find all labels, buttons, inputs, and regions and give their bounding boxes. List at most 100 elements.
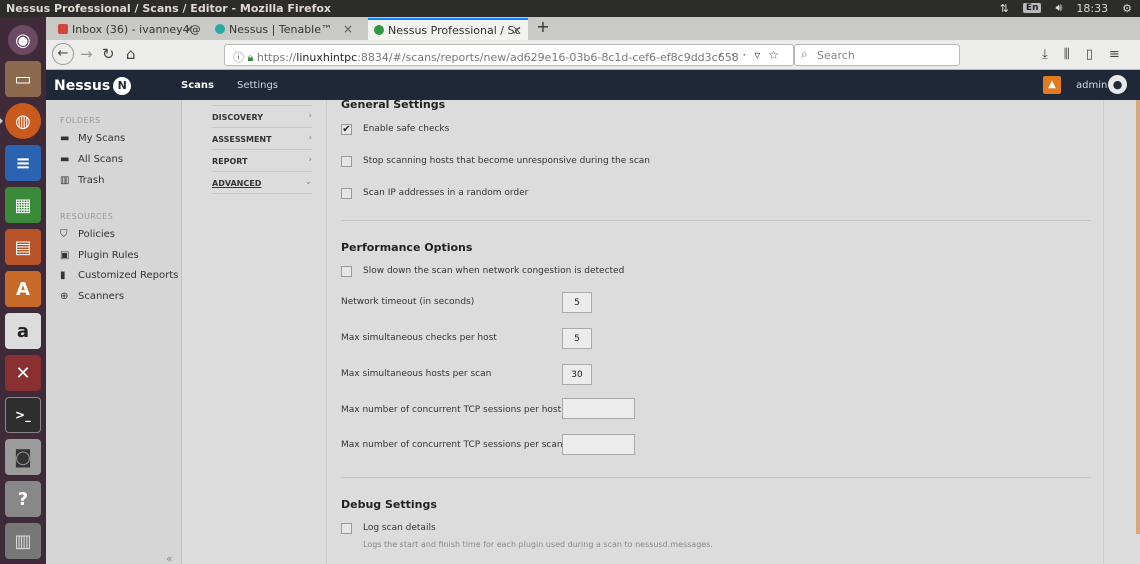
home-icon[interactable]: ⌂: [126, 45, 136, 63]
url-bar[interactable]: ⓘ 🔒︎ https://linuxhintpc:8834/#/scans/re…: [224, 44, 794, 66]
stop-unresponsive-checkbox[interactable]: [341, 156, 352, 167]
tab-inbox[interactable]: Inbox (36) - ivanney4@g ×: [52, 19, 200, 40]
subnav-label: DISCOVERY: [212, 113, 264, 122]
launcher: ◉ ▭ ◍ ≡ ▦ ▤ A a ✕ >_ ◙ ? ▥: [0, 17, 46, 564]
report-icon: ▮: [60, 270, 66, 281]
navigation-bar: ← → ↻ ⌂ ⓘ 🔒︎ https://linuxhintpc:8834/#/…: [46, 40, 1140, 70]
trash-icon[interactable]: ▥: [5, 523, 41, 559]
max-checks-per-host-input[interactable]: 5: [562, 328, 592, 349]
performance-options-heading: Performance Options: [341, 241, 473, 254]
user-avatar-icon[interactable]: ●: [1108, 75, 1127, 94]
close-tab-icon[interactable]: ×: [512, 23, 522, 37]
keyboard-layout-indicator[interactable]: En: [1022, 3, 1042, 13]
divider: [341, 220, 1091, 221]
sidebar-item-label: Trash: [78, 175, 105, 186]
max-hosts-per-scan-input[interactable]: 30: [562, 364, 592, 385]
folders-heading: FOLDERS: [60, 116, 101, 125]
sidebar-item-all-scans[interactable]: ▬ All Scans: [60, 154, 123, 165]
resources-heading: RESOURCES: [60, 212, 114, 221]
close-tab-icon[interactable]: ×: [343, 22, 353, 36]
nessus-tab-icon: [374, 25, 384, 35]
bookmark-star-icon[interactable]: ☆: [768, 48, 787, 62]
lock-icon[interactable]: 🔒︎: [248, 51, 254, 64]
tenable-icon: [215, 24, 225, 34]
max-tcp-per-scan-input[interactable]: [562, 434, 635, 455]
search-input[interactable]: ⌕ Search: [794, 44, 960, 66]
forward-icon[interactable]: →: [80, 45, 93, 63]
subnav-label: ADVANCED: [212, 179, 262, 188]
advanced-settings-panel: General Settings ✔ Enable safe checks St…: [326, 98, 1104, 564]
rules-icon: ▣: [60, 250, 70, 261]
software-center-icon[interactable]: A: [5, 271, 41, 307]
max-tcp-per-host-input[interactable]: [562, 398, 635, 419]
info-icon[interactable]: ⓘ: [233, 51, 244, 64]
search-placeholder: Search: [817, 49, 855, 62]
back-icon[interactable]: ←: [52, 43, 74, 65]
sidebar-item-policies[interactable]: ⛉ Policies: [60, 229, 115, 240]
subnav-item-report[interactable]: REPORT ›: [212, 150, 312, 172]
page-content: Nessus N Scans Settings ▲ admin ● FOLDERS…: [46, 70, 1140, 564]
random-order-checkbox[interactable]: [341, 188, 352, 199]
writer-icon[interactable]: ≡: [5, 145, 41, 181]
menu-icon[interactable]: ≡: [1109, 47, 1120, 62]
chevron-right-icon: ›: [308, 111, 312, 121]
max-tcp-per-host-label: Max number of concurrent TCP sessions pe…: [341, 405, 562, 415]
terminal-icon[interactable]: >_: [5, 397, 41, 433]
safe-checks-checkbox[interactable]: ✔: [341, 124, 352, 135]
logo-badge: N: [113, 77, 132, 95]
subnav-item-assessment[interactable]: ASSESSMENT ›: [212, 128, 312, 150]
ubuntu-dash-icon[interactable]: ◉: [8, 25, 38, 55]
collapse-sidebar-icon[interactable]: «: [166, 552, 173, 564]
sidebar-item-plugin-rules[interactable]: ▣ Plugin Rules: [60, 250, 139, 261]
nessus-header: Nessus N Scans Settings ▲ admin ●: [46, 70, 1140, 100]
sidebar-icon[interactable]: ▯: [1086, 47, 1093, 62]
subnav-item-hidden[interactable]: [212, 90, 312, 106]
folder-icon: ▬: [60, 133, 70, 144]
subnav-item-advanced[interactable]: ADVANCED ⌄: [212, 172, 312, 194]
pocket-icon[interactable]: ▿: [754, 48, 768, 62]
tab-nessus-professional[interactable]: Nessus Professional / Sc ×: [368, 18, 528, 40]
general-settings-heading: General Settings: [341, 98, 446, 111]
nessus-logo[interactable]: Nessus N: [54, 77, 132, 95]
network-timeout-input[interactable]: 5: [562, 292, 592, 313]
sidebar-item-my-scans[interactable]: ▬ My Scans: [60, 133, 125, 144]
slow-down-label: Slow down the scan when network congesti…: [363, 266, 625, 276]
sidebar-item-customized-reports[interactable]: ▮ Customized Reports: [60, 270, 178, 281]
library-icon[interactable]: ⫼: [1064, 47, 1070, 62]
chevron-right-icon: ›: [308, 155, 312, 165]
sidebar-item-scanners[interactable]: ⊕ Scanners: [60, 291, 124, 302]
nav-scans[interactable]: Scans: [181, 80, 214, 91]
sidebar-item-label: Plugin Rules: [78, 250, 139, 261]
network-icon[interactable]: ⇅: [1000, 2, 1009, 15]
window-title: Nessus Professional / Scans / Editor - M…: [6, 2, 332, 15]
scrollbar[interactable]: [1136, 100, 1140, 534]
tab-nessus-tenable[interactable]: Nessus | Tenable™ ×: [209, 19, 359, 40]
impress-icon[interactable]: ▤: [5, 229, 41, 265]
scanner-icon: ⊕: [60, 291, 69, 302]
calc-icon[interactable]: ▦: [5, 187, 41, 223]
firefox-icon[interactable]: ◍: [0, 103, 41, 139]
log-scan-details-checkbox[interactable]: [341, 523, 352, 534]
help-icon[interactable]: ?: [5, 481, 41, 517]
clock[interactable]: 18:33: [1076, 2, 1108, 15]
logo-text: Nessus: [54, 78, 111, 94]
subnav-item-discovery[interactable]: DISCOVERY ›: [212, 106, 312, 128]
download-icon[interactable]: ⤓: [1042, 47, 1048, 62]
safe-checks-label: Enable safe checks: [363, 124, 450, 134]
reload-icon[interactable]: ↻: [102, 45, 115, 63]
settings-gear-icon[interactable]: ⚙: [1122, 2, 1132, 15]
sidebar-item-trash[interactable]: ▥ Trash: [60, 175, 104, 186]
close-tab-icon[interactable]: ×: [184, 22, 194, 36]
user-name[interactable]: admin: [1076, 80, 1107, 91]
url-scheme: https://: [256, 51, 297, 64]
new-tab-button[interactable]: +: [532, 17, 554, 38]
slow-down-checkbox[interactable]: [341, 266, 352, 277]
volume-icon[interactable]: 🔊︎: [1055, 1, 1062, 15]
camera-icon[interactable]: ◙: [5, 439, 41, 475]
bell-icon[interactable]: ▲: [1043, 76, 1061, 94]
page-actions-icon[interactable]: ···: [719, 48, 754, 62]
stop-unresponsive-label: Stop scanning hosts that become unrespon…: [363, 156, 651, 166]
file-manager-icon[interactable]: ▭: [5, 61, 41, 97]
amazon-icon[interactable]: a: [5, 313, 41, 349]
system-settings-icon[interactable]: ✕: [5, 355, 41, 391]
